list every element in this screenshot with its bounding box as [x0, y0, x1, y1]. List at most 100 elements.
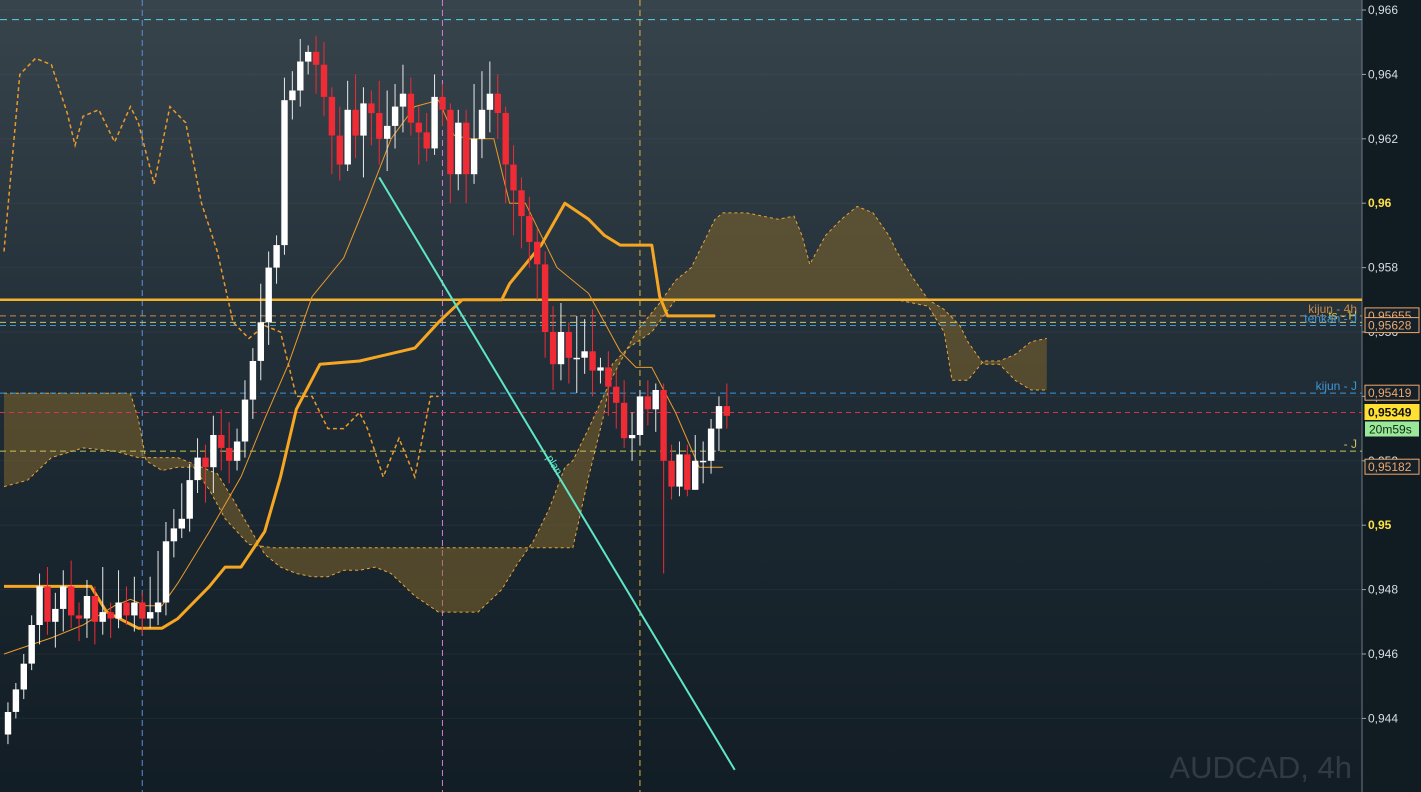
- candle-body: [534, 241, 541, 265]
- candle-body: [581, 351, 588, 358]
- price-tag-label: 0,95182: [1368, 460, 1412, 474]
- candle-body: [407, 93, 415, 123]
- candle-body: [715, 406, 723, 429]
- candle-body: [273, 245, 280, 268]
- candle-body: [218, 435, 225, 448]
- candle-body: [613, 386, 620, 403]
- candle-body: [131, 602, 138, 616]
- candle-body: [620, 402, 628, 439]
- level-label: kijun - J: [1316, 379, 1357, 393]
- candle-body: [328, 96, 336, 136]
- candle-body: [352, 109, 359, 136]
- candle-body: [4, 712, 12, 735]
- candle-body: [186, 480, 193, 519]
- candle-body: [60, 586, 67, 609]
- candle-body: [526, 216, 533, 242]
- candle-body: [170, 528, 178, 542]
- price-tag-label: 0,95349: [1368, 406, 1412, 420]
- candle-body: [297, 61, 304, 91]
- candle-body: [12, 689, 20, 712]
- candle-body: [20, 663, 27, 690]
- candle-body: [202, 457, 209, 468]
- candle-body: [257, 322, 264, 361]
- candle-body: [68, 586, 75, 616]
- candle-body: [336, 135, 343, 165]
- candle-body: [502, 113, 509, 165]
- chart-canvas: kijun - 4hts - Htenkan - Jkijun - J- Jpl…: [0, 0, 1421, 792]
- candle-body: [463, 122, 470, 175]
- candle-body: [249, 361, 257, 400]
- y-tick-label: 0,948: [1368, 583, 1398, 597]
- candle-body: [305, 51, 312, 62]
- candle-body: [123, 602, 130, 616]
- candle-body: [636, 396, 644, 435]
- candle-body: [605, 367, 612, 387]
- candle-body: [312, 51, 320, 65]
- candle-body: [415, 122, 422, 133]
- level-label: - J: [1344, 437, 1357, 451]
- candle-body: [684, 454, 691, 490]
- y-tick-label: 0,962: [1368, 132, 1398, 146]
- candle-body: [360, 103, 367, 136]
- y-tick-label: 0,964: [1368, 67, 1398, 81]
- candle-body: [589, 351, 596, 371]
- candle-body: [652, 390, 659, 410]
- candle-body: [565, 332, 572, 358]
- candle-body: [210, 435, 217, 468]
- candle-body: [44, 586, 51, 622]
- candle-body: [431, 96, 438, 149]
- candle-body: [455, 122, 462, 175]
- y-tick-label: 0,96: [1368, 196, 1392, 210]
- candle-body: [115, 602, 122, 619]
- candle-body: [628, 435, 636, 439]
- candle-body: [541, 264, 549, 332]
- y-tick-label: 0,966: [1368, 3, 1398, 17]
- countdown-label: 20m59s: [1369, 423, 1412, 437]
- candle-body: [75, 615, 83, 619]
- level-label: tenkan - J: [1304, 312, 1357, 326]
- y-tick-label: 0,946: [1368, 647, 1398, 661]
- candle-body: [723, 406, 730, 416]
- candle-body: [368, 103, 375, 114]
- candle-body: [178, 518, 185, 529]
- candle-body: [707, 428, 715, 461]
- candle-body: [265, 267, 272, 323]
- candle-body: [281, 100, 288, 246]
- candle-body: [99, 612, 106, 622]
- candle-body: [233, 441, 241, 461]
- candle-body: [399, 93, 407, 107]
- y-tick-label: 0,958: [1368, 261, 1398, 275]
- candle-body: [447, 109, 454, 175]
- y-tick-label: 0,944: [1368, 711, 1398, 725]
- candle-body: [518, 190, 525, 217]
- candle-body: [692, 460, 699, 490]
- candle-body: [486, 93, 494, 110]
- candle-body: [699, 460, 707, 463]
- candle-body: [289, 90, 296, 101]
- candle-body: [107, 612, 114, 619]
- candle-body: [194, 457, 201, 481]
- candle-body: [597, 367, 604, 371]
- candle-body: [494, 93, 501, 113]
- candle-body: [36, 586, 43, 625]
- candle-body: [384, 125, 391, 139]
- candle-body: [241, 399, 249, 442]
- candle-body: [660, 390, 667, 461]
- candle-body: [83, 596, 91, 619]
- candle-body: [644, 396, 651, 410]
- candle-body: [557, 332, 565, 365]
- candle-body: [344, 109, 351, 165]
- candle-body: [510, 164, 517, 191]
- candle-body: [147, 612, 154, 619]
- candle-body: [470, 138, 478, 175]
- candle-body: [154, 602, 162, 613]
- candle-body: [376, 113, 383, 139]
- candle-body: [573, 357, 580, 360]
- candle-body: [320, 64, 328, 97]
- candle-body: [478, 109, 486, 139]
- candle-body: [28, 625, 35, 664]
- symbol-watermark: AUDCAD, 4h: [1169, 750, 1352, 785]
- candle-body: [391, 106, 399, 126]
- candle-body: [676, 454, 683, 487]
- candle-body: [439, 96, 446, 110]
